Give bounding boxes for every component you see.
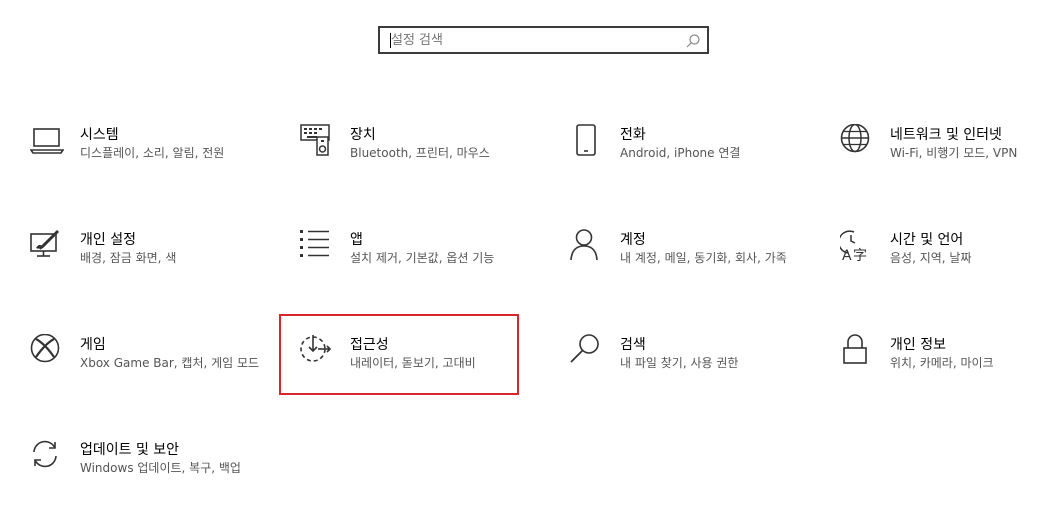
tile-description: 내 파일 찾기, 사용 권한 xyxy=(620,356,739,370)
tile-description: Bluetooth, 프린터, 마우스 xyxy=(350,146,490,160)
search-input[interactable] xyxy=(391,30,671,50)
tile-accounts[interactable]: 계정 내 계정, 메일, 동기화, 회사, 가족 xyxy=(570,229,808,307)
tile-time-language[interactable]: A字 시간 및 언어 음성, 지역, 날짜 xyxy=(840,229,1043,307)
tile-update-security[interactable]: 업데이트 및 보안 Windows 업데이트, 복구, 백업 xyxy=(30,439,268,517)
tile-search[interactable]: 검색 내 파일 찾기, 사용 권한 xyxy=(570,334,808,412)
tile-description: 배경, 잠금 화면, 색 xyxy=(80,251,177,265)
tile-title: 앱 xyxy=(350,232,363,248)
tile-title: 전화 xyxy=(620,127,646,143)
tile-system[interactable]: 시스템 디스플레이, 소리, 알림, 전원 xyxy=(30,124,268,202)
tile-title: 게임 xyxy=(80,337,106,353)
tile-title: 개인 정보 xyxy=(890,337,946,353)
tile-network[interactable]: 네트워크 및 인터넷 Wi-Fi, 비행기 모드, VPN xyxy=(840,124,1043,202)
tile-title: 장치 xyxy=(350,127,376,143)
tile-description: 디스플레이, 소리, 알림, 전원 xyxy=(80,146,225,160)
tile-personalization[interactable]: 개인 설정 배경, 잠금 화면, 색 xyxy=(30,229,268,307)
xbox-icon xyxy=(30,334,64,368)
tile-phone[interactable]: 전화 Android, iPhone 연결 xyxy=(570,124,808,202)
time-language-icon: A字 xyxy=(840,229,874,263)
tile-title: 네트워크 및 인터넷 xyxy=(890,127,1002,143)
tile-description: Android, iPhone 연결 xyxy=(620,146,741,160)
tile-privacy[interactable]: 개인 정보 위치, 카메라, 마이크 xyxy=(840,334,1043,412)
apps-list-icon xyxy=(300,229,334,263)
svg-text:A: A xyxy=(842,248,852,263)
tile-title: 시스템 xyxy=(80,127,119,143)
tile-description: 내 계정, 메일, 동기화, 회사, 가족 xyxy=(620,251,787,265)
tile-description: 위치, 카메라, 마이크 xyxy=(890,356,994,370)
person-icon xyxy=(570,229,604,263)
lock-icon xyxy=(840,334,874,368)
phone-icon xyxy=(570,124,604,158)
svg-text:字: 字 xyxy=(853,248,867,263)
tile-apps[interactable]: 앱 설치 제거, 기본값, 옵션 기능 xyxy=(300,229,538,307)
tile-title: 개인 설정 xyxy=(80,232,136,248)
laptop-icon xyxy=(30,124,64,158)
search-box[interactable] xyxy=(378,26,709,54)
tile-title: 검색 xyxy=(620,337,646,353)
tile-description: Wi-Fi, 비행기 모드, VPN xyxy=(890,146,1018,160)
tile-title: 시간 및 언어 xyxy=(890,232,964,248)
tile-description: Xbox Game Bar, 캡처, 게임 모드 xyxy=(80,356,260,370)
selection-highlight xyxy=(279,314,519,395)
devices-icon xyxy=(300,124,334,158)
tile-title: 계정 xyxy=(620,232,646,248)
tile-description: Windows 업데이트, 복구, 백업 xyxy=(80,461,241,475)
tile-description: 설치 제거, 기본값, 옵션 기능 xyxy=(350,251,495,265)
search-icon[interactable] xyxy=(685,33,701,49)
paint-icon xyxy=(30,229,64,263)
search-icon xyxy=(570,334,604,368)
globe-icon xyxy=(840,124,874,158)
tile-title: 업데이트 및 보안 xyxy=(80,442,180,458)
tile-devices[interactable]: 장치 Bluetooth, 프린터, 마우스 xyxy=(300,124,538,202)
sync-icon xyxy=(30,439,64,473)
tile-description: 음성, 지역, 날짜 xyxy=(890,251,972,265)
tile-gaming[interactable]: 게임 Xbox Game Bar, 캡처, 게임 모드 xyxy=(30,334,268,412)
